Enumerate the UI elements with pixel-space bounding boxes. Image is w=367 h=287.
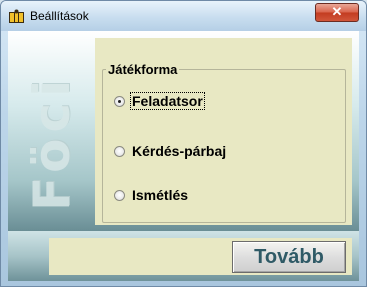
button-bar: Tovább: [49, 238, 352, 275]
settings-panel: Játékforma Feladatsor Kérdés-párbaj Ismé…: [95, 38, 352, 225]
radio-ismetles[interactable]: [114, 190, 125, 201]
game-mode-label: Játékforma: [106, 62, 180, 77]
foci-vertical-logo: Föci: [23, 73, 81, 211]
radio-feladatsor[interactable]: [114, 96, 125, 107]
close-icon: ✕: [331, 4, 343, 19]
window-title: Beállítások: [30, 9, 89, 23]
option-label[interactable]: Feladatsor: [130, 92, 205, 110]
close-button[interactable]: ✕: [315, 3, 359, 22]
option-label[interactable]: Ismétlés: [131, 187, 189, 203]
option-label[interactable]: Kérdés-párbaj: [131, 143, 227, 159]
settings-window: Beállítások ✕ Föci Játékforma Feladatsor…: [0, 0, 367, 287]
dialog-client-area: Föci Játékforma Feladatsor Kérdés-párbaj…: [8, 31, 359, 281]
football-app-icon: [9, 9, 24, 23]
radio-kerdes-parbaj[interactable]: [114, 146, 125, 157]
title-bar[interactable]: Beállítások ✕: [1, 1, 366, 31]
next-button[interactable]: Tovább: [232, 241, 346, 273]
